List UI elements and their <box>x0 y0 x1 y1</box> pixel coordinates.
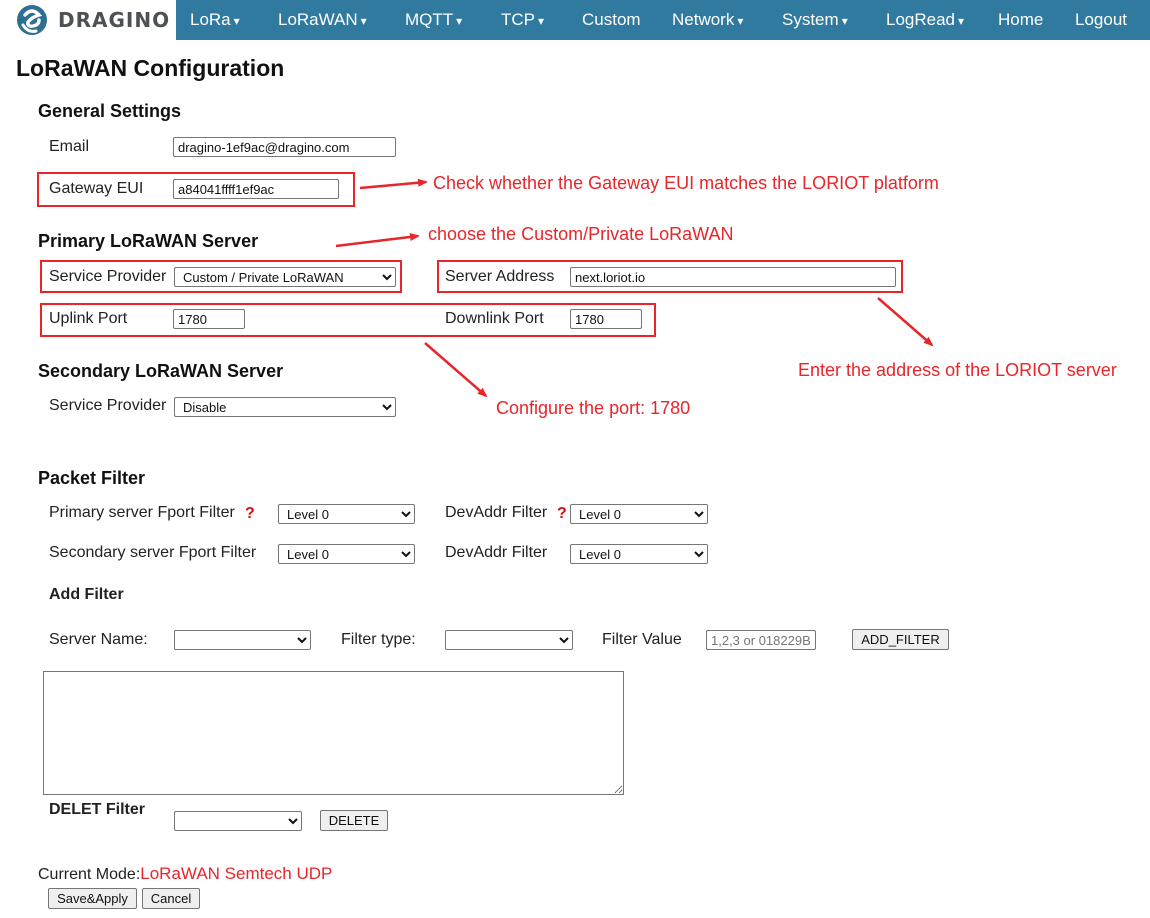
nav-tcp[interactable]: TCP ▾ <box>501 0 544 40</box>
uplink-port-field[interactable] <box>173 309 245 329</box>
primary-devaddr-select[interactable]: Level 0 <box>570 504 708 524</box>
caret-down-icon: ▾ <box>538 14 545 28</box>
nav-tcp-label: TCP <box>501 10 535 29</box>
nav-system-label: System <box>782 10 839 29</box>
nav-custom[interactable]: Custom <box>582 0 641 40</box>
help-icon[interactable]: ? <box>245 505 255 523</box>
caret-down-icon: ▾ <box>233 14 240 28</box>
primary-fport-select[interactable]: Level 0 <box>278 504 415 524</box>
server-address-label: Server Address <box>445 268 555 285</box>
secondary-fport-label: Secondary server Fport Filter <box>49 544 257 561</box>
nav-mqtt[interactable]: MQTT ▾ <box>405 0 462 40</box>
caret-down-icon: ▾ <box>456 14 463 28</box>
arrow-port <box>424 342 488 398</box>
current-mode-label: Current Mode: <box>38 866 141 883</box>
primary-provider-label: Service Provider <box>49 268 167 285</box>
uplink-port-label: Uplink Port <box>49 310 128 327</box>
delete-button[interactable]: DELETE <box>320 810 388 831</box>
nav-lora-label: LoRa <box>190 10 231 29</box>
arrow-provider <box>335 232 420 248</box>
nav-system[interactable]: System ▾ <box>782 0 848 40</box>
server-name-select[interactable] <box>174 630 311 650</box>
nav-lorawan[interactable]: LoRaWAN ▾ <box>278 0 367 40</box>
secondary-server-heading: Secondary LoRaWAN Server <box>38 361 284 381</box>
secondary-provider-label: Service Provider <box>49 397 167 414</box>
save-apply-button[interactable]: Save&Apply <box>48 888 137 909</box>
caret-down-icon: ▾ <box>958 14 965 28</box>
primary-devaddr-label: DevAddr Filter <box>445 504 548 521</box>
dragino-logo[interactable]: DRAGINO <box>0 0 176 40</box>
server-name-label: Server Name: <box>49 631 148 648</box>
packet-filter-heading: Packet Filter <box>38 468 146 488</box>
delete-filter-heading: DELET Filter <box>49 801 146 818</box>
primary-server-heading: Primary LoRaWAN Server <box>38 231 259 251</box>
page-title: LoRaWAN Configuration <box>16 55 285 81</box>
nav-logout[interactable]: Logout <box>1075 0 1127 40</box>
annotation-provider: choose the Custom/Private LoRaWAN <box>428 224 734 244</box>
annotation-port: Configure the port: 1780 <box>496 398 691 418</box>
add-filter-heading: Add Filter <box>49 586 124 603</box>
primary-provider-select[interactable]: Custom / Private LoRaWAN <box>174 267 396 287</box>
secondary-devaddr-label: DevAddr Filter <box>445 544 548 561</box>
nav-home-label: Home <box>998 10 1044 29</box>
highlight-box-ports <box>40 303 656 337</box>
filter-list-textarea[interactable] <box>43 671 624 795</box>
filter-type-select[interactable] <box>445 630 573 650</box>
filter-type-label: Filter type: <box>341 631 416 648</box>
server-address-field[interactable] <box>570 267 896 287</box>
help-icon[interactable]: ? <box>557 505 567 523</box>
nav-lora[interactable]: LoRa ▾ <box>190 0 240 40</box>
gateway-eui-field[interactable] <box>173 179 339 199</box>
dragino-logo-icon <box>17 5 47 35</box>
arrow-address <box>877 297 934 347</box>
nav-network-label: Network <box>672 10 735 29</box>
nav-home[interactable]: Home <box>998 0 1043 40</box>
arrow-eui <box>359 178 428 190</box>
secondary-fport-select[interactable]: Level 0 <box>278 544 415 564</box>
nav-network[interactable]: Network ▾ <box>672 0 743 40</box>
filter-value-input[interactable] <box>706 630 816 650</box>
filter-value-label: Filter Value <box>602 631 682 648</box>
secondary-devaddr-select[interactable]: Level 0 <box>570 544 708 564</box>
top-nav-bar: DRAGINO LoRa ▾ LoRaWAN ▾ MQTT ▾ TCP ▾ Custom… <box>0 0 1150 40</box>
caret-down-icon: ▾ <box>737 14 744 28</box>
delete-filter-select[interactable] <box>174 811 302 831</box>
logo-text: DRAGINO <box>58 8 171 32</box>
downlink-port-field[interactable] <box>570 309 642 329</box>
email-label: Email <box>49 138 90 155</box>
nav-logread-label: LogRead <box>886 10 956 29</box>
annotation-address: Enter the address of the LORIOT server <box>798 360 1117 380</box>
gateway-eui-label: Gateway EUI <box>49 180 144 197</box>
add-filter-button[interactable]: ADD_FILTER <box>852 629 949 650</box>
downlink-port-label: Downlink Port <box>445 310 544 327</box>
secondary-provider-select[interactable]: Disable <box>174 397 396 417</box>
nav-logout-label: Logout <box>1075 10 1127 29</box>
current-mode: Current Mode:LoRaWAN Semtech UDP <box>38 864 332 884</box>
primary-fport-label: Primary server Fport Filter <box>49 504 235 521</box>
annotation-eui: Check whether the Gateway EUI matches th… <box>433 173 939 193</box>
nav-logread[interactable]: LogRead ▾ <box>886 0 964 40</box>
nav-mqtt-label: MQTT <box>405 10 454 29</box>
cancel-button[interactable]: Cancel <box>142 888 200 909</box>
nav-custom-label: Custom <box>582 10 641 29</box>
email-field[interactable] <box>173 137 396 157</box>
caret-down-icon: ▾ <box>360 14 367 28</box>
general-settings-heading: General Settings <box>38 101 182 121</box>
caret-down-icon: ▾ <box>841 14 848 28</box>
current-mode-value: LoRaWAN Semtech UDP <box>140 864 333 883</box>
nav-lorawan-label: LoRaWAN <box>278 10 358 29</box>
